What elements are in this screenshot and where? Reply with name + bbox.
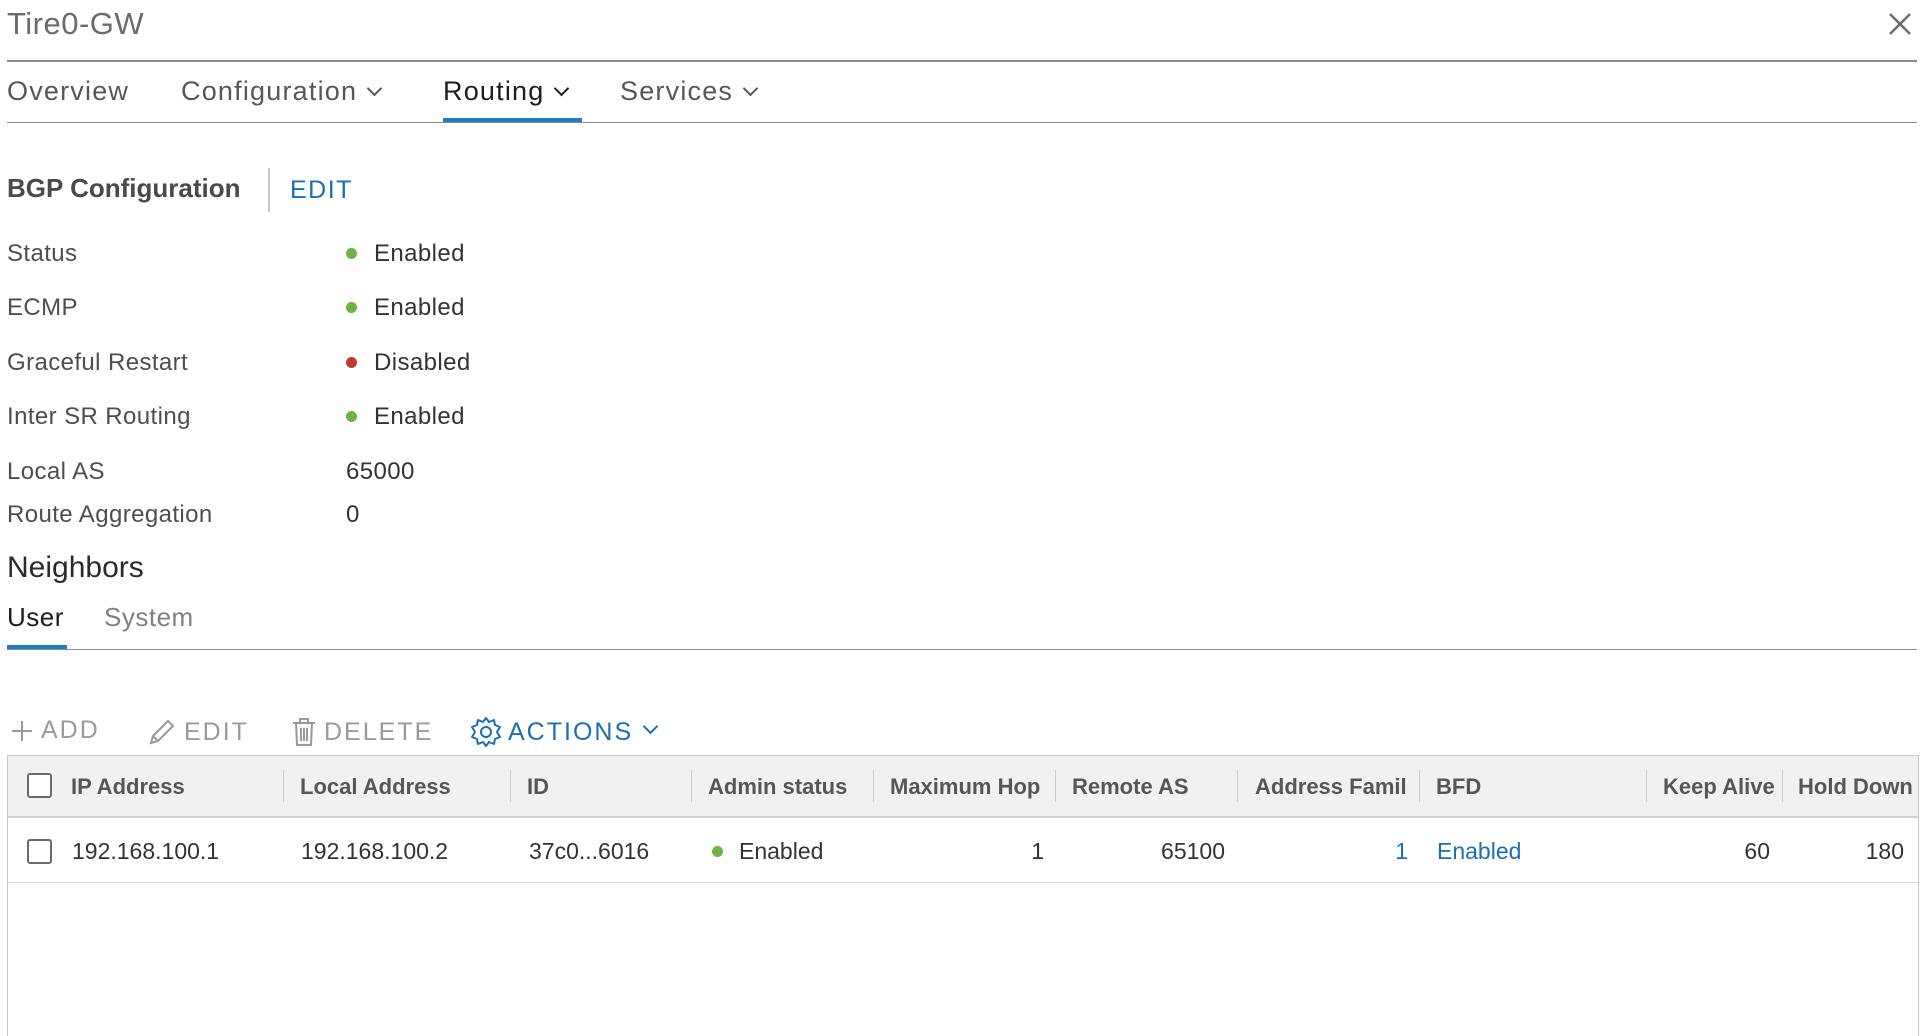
title-separator	[268, 168, 270, 212]
tab-services[interactable]: Services	[620, 76, 759, 107]
cell-hold-down: 180	[1865, 838, 1904, 864]
add-label: ADD	[41, 716, 100, 744]
add-button[interactable]: ADD	[9, 716, 100, 745]
close-icon[interactable]	[1886, 10, 1914, 38]
row-checkbox[interactable]	[27, 839, 52, 864]
bgp-section-title: BGP Configuration	[7, 173, 241, 203]
tab-label: Routing	[443, 76, 545, 106]
trash-icon	[293, 718, 315, 746]
inter-sr-routing-value: Enabled	[346, 403, 465, 431]
ecmp-label: ECMP	[7, 294, 78, 321]
cell-maximum-hop: 1	[1031, 838, 1044, 864]
column-header[interactable]: Admin status	[708, 774, 876, 800]
status-dot-icon	[712, 846, 723, 857]
cell-ip-address: 192.168.100.1	[72, 838, 220, 864]
actions-menu-button[interactable]: ACTIONS	[470, 716, 659, 748]
column-separator[interactable]	[1782, 770, 1783, 802]
column-separator[interactable]	[1646, 770, 1647, 802]
cell-local-address: 192.168.100.2	[301, 838, 449, 864]
local-as-label: Local AS	[7, 458, 105, 485]
window-title: Tire0-GW	[7, 6, 145, 41]
graceful-restart-value-text: Disabled	[374, 349, 471, 376]
tab-label: Services	[620, 76, 734, 106]
column-header[interactable]: BFD	[1436, 774, 1636, 800]
cell-bfd-link[interactable]: Enabled	[1437, 838, 1521, 865]
column-header[interactable]: Maximum Hop	[890, 774, 1055, 800]
table-row[interactable]: 192.168.100.1 192.168.100.2 37c0...6016 …	[8, 818, 1918, 883]
admin-status-text: Enabled	[739, 838, 824, 864]
chevron-down-icon	[366, 80, 383, 97]
column-separator[interactable]	[691, 770, 692, 802]
tab-configuration[interactable]: Configuration	[181, 76, 383, 107]
column-header[interactable]: IP Address	[71, 774, 276, 800]
cell-id: 37c0...6016	[529, 838, 650, 864]
inter-sr-routing-label: Inter SR Routing	[7, 403, 191, 430]
pencil-icon	[149, 719, 175, 745]
subtab-user[interactable]: User	[7, 602, 64, 633]
title-divider	[7, 60, 1917, 62]
chevron-down-icon	[554, 80, 570, 97]
column-header[interactable]: Hold Down	[1798, 774, 1918, 800]
column-separator[interactable]	[1055, 770, 1056, 802]
subtab-system[interactable]: System	[104, 602, 194, 633]
ecmp-value-text: Enabled	[374, 294, 465, 321]
route-aggregation-value[interactable]: 0	[346, 501, 360, 529]
bgp-edit-button[interactable]: EDIT	[290, 176, 353, 205]
column-separator[interactable]	[1419, 770, 1420, 802]
column-separator[interactable]	[510, 770, 511, 802]
ecmp-value: Enabled	[346, 294, 465, 322]
status-dot-icon	[346, 357, 357, 368]
graceful-restart-value: Disabled	[346, 349, 471, 377]
column-header[interactable]: Local Address	[300, 774, 500, 800]
tabs-divider	[7, 122, 1917, 123]
edit-label: EDIT	[184, 717, 249, 746]
gear-icon	[471, 717, 501, 747]
route-aggregation-label: Route Aggregation	[7, 501, 213, 528]
column-separator[interactable]	[1237, 770, 1238, 802]
cell-remote-as: 65100	[1161, 838, 1225, 864]
column-separator[interactable]	[283, 770, 284, 802]
status-dot-icon	[346, 302, 357, 313]
status-value-text: Enabled	[374, 240, 465, 267]
delete-button[interactable]: DELETE	[290, 716, 433, 748]
status-dot-icon	[346, 248, 357, 259]
column-header[interactable]: ID	[527, 774, 687, 800]
select-all-checkbox[interactable]	[27, 773, 52, 798]
column-header[interactable]: Address Famil	[1255, 774, 1419, 800]
chevron-down-icon	[642, 718, 659, 734]
cell-address-family-link[interactable]: 1	[1255, 838, 1408, 865]
column-separator[interactable]	[873, 770, 874, 802]
delete-label: DELETE	[324, 717, 434, 746]
edit-button[interactable]: EDIT	[146, 716, 249, 748]
tab-label: Overview	[7, 76, 130, 106]
status-label: Status	[7, 240, 78, 267]
neighbors-grid: IP Address Local Address ID Admin status…	[7, 755, 1919, 1036]
local-as-value: 65000	[346, 458, 415, 485]
column-header[interactable]: Remote AS	[1072, 774, 1237, 800]
tab-routing[interactable]: Routing	[443, 76, 570, 107]
status-dot-icon	[346, 411, 357, 422]
tab-label: Configuration	[181, 76, 358, 106]
status-value: Enabled	[346, 240, 465, 268]
plus-icon	[12, 720, 32, 741]
grid-header: IP Address Local Address ID Admin status…	[8, 756, 1918, 818]
actions-label: ACTIONS	[508, 717, 634, 746]
inter-sr-routing-value-text: Enabled	[374, 403, 465, 430]
chevron-down-icon	[742, 80, 759, 97]
cell-keep-alive: 60	[1744, 838, 1770, 864]
cell-admin-status: Enabled	[712, 838, 823, 865]
graceful-restart-label: Graceful Restart	[7, 349, 189, 376]
column-header[interactable]: Keep Alive	[1663, 774, 1787, 800]
subtabs-divider	[7, 649, 1917, 650]
tab-overview[interactable]: Overview	[7, 76, 129, 107]
neighbors-title: Neighbors	[7, 551, 144, 584]
